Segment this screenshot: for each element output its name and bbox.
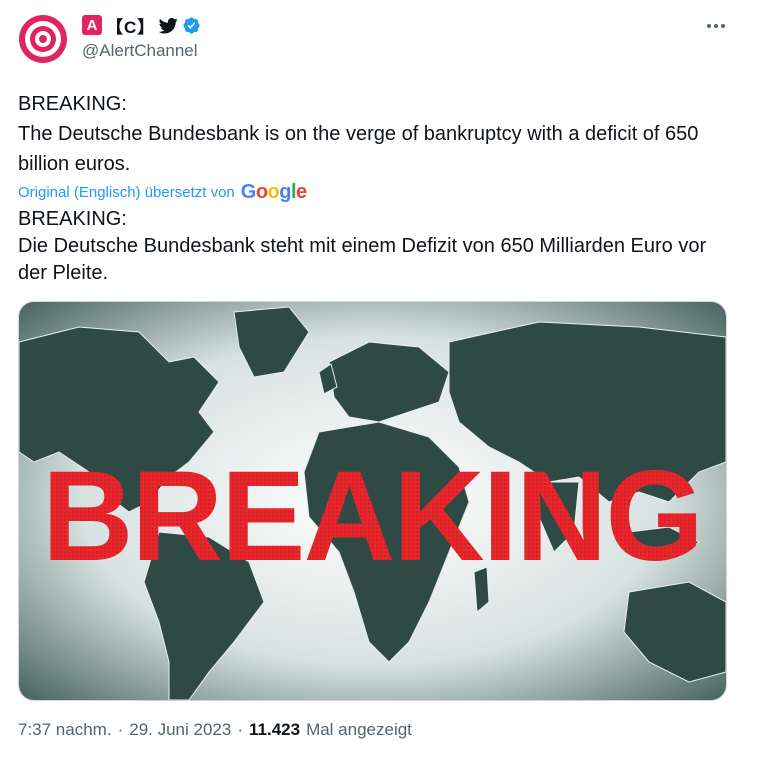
- bird-icon: [159, 17, 178, 33]
- user-handle[interactable]: @AlertChannel: [82, 41, 198, 61]
- breaking-overlay-text: BREAKING: [42, 445, 702, 588]
- tweet-title-translated: BREAKING:: [18, 208, 127, 230]
- tweet-text-translated: BREAKING: Die Deutsche Bundesbank steht …: [18, 206, 738, 287]
- name-brackets: 【C】: [106, 17, 156, 37]
- views-label: Mal angezeigt: [306, 720, 412, 739]
- meta-separator: ·: [117, 720, 124, 739]
- tweet: A 【C】 @AlertChannel BREAKING: The Deutsc…: [0, 0, 757, 760]
- tweet-image[interactable]: BREAKING: [18, 301, 727, 701]
- tweet-date[interactable]: 29. Juni 2023: [129, 720, 231, 740]
- tweet-text-original: BREAKING: The Deutsche Bundesbank is on …: [18, 89, 738, 179]
- tweet-body-translated: Die Deutsche Bundesbank steht mit einem …: [18, 235, 707, 284]
- meta-separator: ·: [237, 720, 243, 739]
- tweet-time[interactable]: 7:37 nachm.: [18, 720, 112, 740]
- avatar[interactable]: [18, 14, 68, 64]
- display-name[interactable]: A 【C】: [82, 14, 201, 37]
- tweet-title-original: BREAKING:: [18, 93, 127, 115]
- tweet-meta: 7:37 nachm. · 29. Juni 2023 · 11.423 Mal…: [18, 720, 412, 740]
- more-options-icon[interactable]: [705, 18, 727, 34]
- verified-badge-icon: [183, 16, 200, 34]
- google-logo: Google: [240, 181, 307, 203]
- target-icon: [19, 15, 67, 63]
- translation-note: Original (Englisch) übersetzt von: [18, 184, 235, 201]
- world-map-image: BREAKING: [19, 302, 726, 700]
- translation-attribution[interactable]: Original (Englisch) übersetzt von Google: [18, 181, 307, 204]
- a-badge-icon: A: [82, 15, 102, 35]
- tweet-body-original: The Deutsche Bundesbank is on the verge …: [18, 123, 699, 175]
- views-count[interactable]: 11.423: [249, 720, 300, 740]
